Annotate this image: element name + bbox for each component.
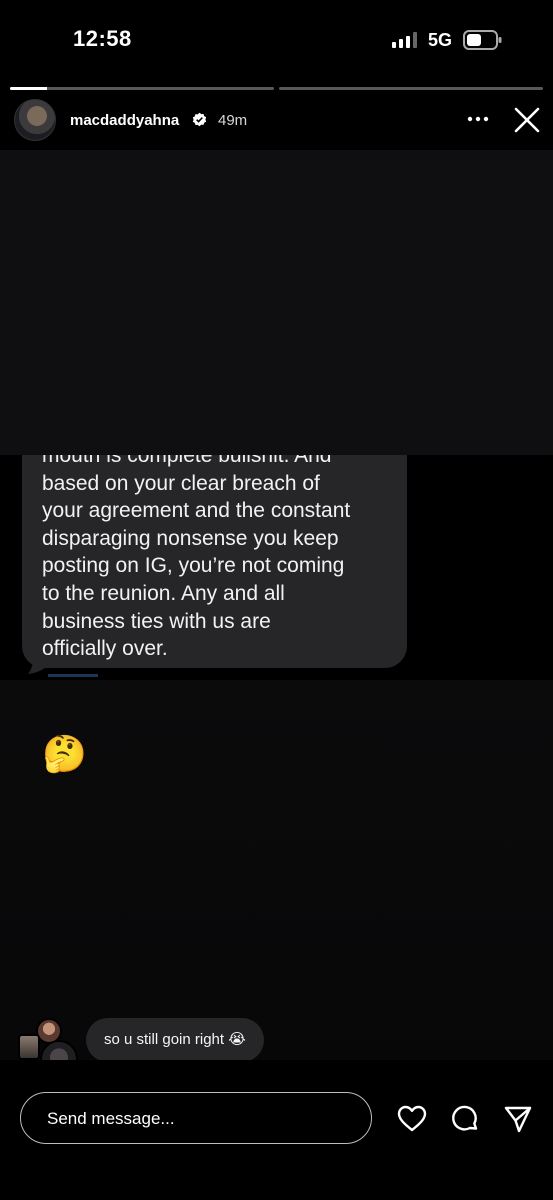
signal-icon bbox=[392, 32, 417, 48]
comment-icon[interactable] bbox=[450, 1104, 480, 1134]
status-bar: 12:58 5G bbox=[0, 0, 553, 80]
reply-composer: Send message... bbox=[0, 1060, 553, 1200]
send-icon[interactable] bbox=[503, 1104, 533, 1134]
heart-icon[interactable] bbox=[397, 1104, 427, 1134]
network-type: 5G bbox=[428, 30, 453, 50]
story-progress-segment-1 bbox=[10, 87, 274, 90]
close-icon[interactable] bbox=[512, 105, 542, 135]
battery-icon bbox=[463, 30, 502, 50]
reply-bubble: so u still goin right 😭 bbox=[86, 1018, 264, 1062]
story-age: 49m bbox=[218, 112, 248, 129]
clock: 12:58 bbox=[73, 26, 132, 51]
dm-screenshot: mouth is complete bullshit. And based on… bbox=[0, 455, 553, 680]
story-header: macdaddyahna 49m bbox=[0, 96, 553, 146]
story-background bbox=[0, 150, 553, 455]
send-message-input[interactable]: Send message... bbox=[20, 1092, 372, 1144]
thinking-face-icon: 🤔 bbox=[42, 733, 87, 774]
avatar[interactable] bbox=[14, 99, 56, 141]
progress-fill bbox=[10, 87, 47, 90]
message-text: mouth is complete bullshit. And based on… bbox=[42, 455, 351, 661]
send-message-placeholder: Send message... bbox=[47, 1109, 175, 1128]
avatar bbox=[18, 1034, 40, 1060]
username[interactable]: macdaddyahna bbox=[70, 112, 179, 129]
seen-indicator bbox=[48, 674, 98, 680]
verified-badge-icon bbox=[192, 112, 207, 127]
story-progress-segment-2 bbox=[279, 87, 543, 90]
more-options-icon[interactable] bbox=[465, 110, 491, 128]
